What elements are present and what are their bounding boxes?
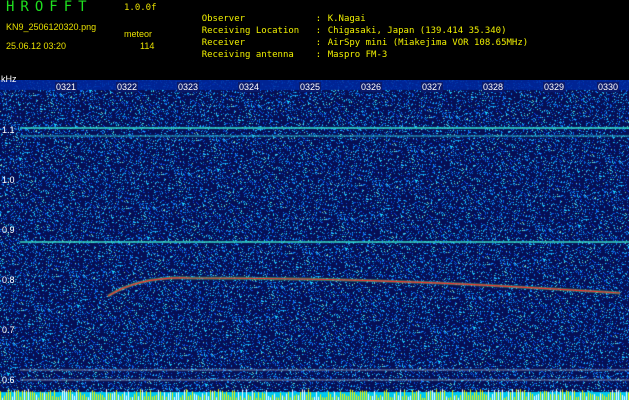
time-label-0329: 0329 [543, 82, 566, 92]
header-panel: HROFFT 1.0.0f KN9_2506120320.png meteor … [0, 0, 629, 80]
info-value: Maspro FM-3 [327, 50, 388, 60]
y-tick-0-6: 0.6 [2, 375, 15, 385]
info-separator: : [315, 50, 322, 60]
axis-unit-label: kHz [1, 74, 17, 84]
date-time: 25.06.12 03:20 [6, 41, 67, 51]
time-label-0322: 0322 [116, 82, 139, 92]
count-value: 114 [140, 41, 155, 51]
info-key: Receiving antenna [201, 50, 294, 60]
time-label-0321: 0321 [55, 82, 78, 92]
y-tick-1-1: 1.1 [2, 125, 15, 135]
y-tick-0-7: 0.7 [2, 325, 15, 335]
y-tick-1-0: 1.0 [2, 175, 15, 185]
time-label-0326: 0326 [360, 82, 383, 92]
info-row-antenna: Receiving antenna: Maspro FM-3 [180, 39, 388, 72]
app-version: 1.0.0f [124, 3, 157, 13]
app-name: HROFFT [6, 0, 93, 15]
detect-type-label: meteor [124, 29, 153, 39]
y-tick-0-9: 0.9 [2, 225, 15, 235]
y-tick-0-8: 0.8 [2, 275, 15, 285]
spectrogram-plot [0, 80, 629, 400]
time-label-0327: 0327 [421, 82, 444, 92]
time-label-0323: 0323 [177, 82, 200, 92]
time-label-0330: 0330 [597, 82, 620, 92]
time-label-0324: 0324 [238, 82, 261, 92]
time-label-0325: 0325 [299, 82, 322, 92]
time-label-0328: 0328 [482, 82, 505, 92]
file-name: KN9_2506120320.png [6, 22, 97, 32]
